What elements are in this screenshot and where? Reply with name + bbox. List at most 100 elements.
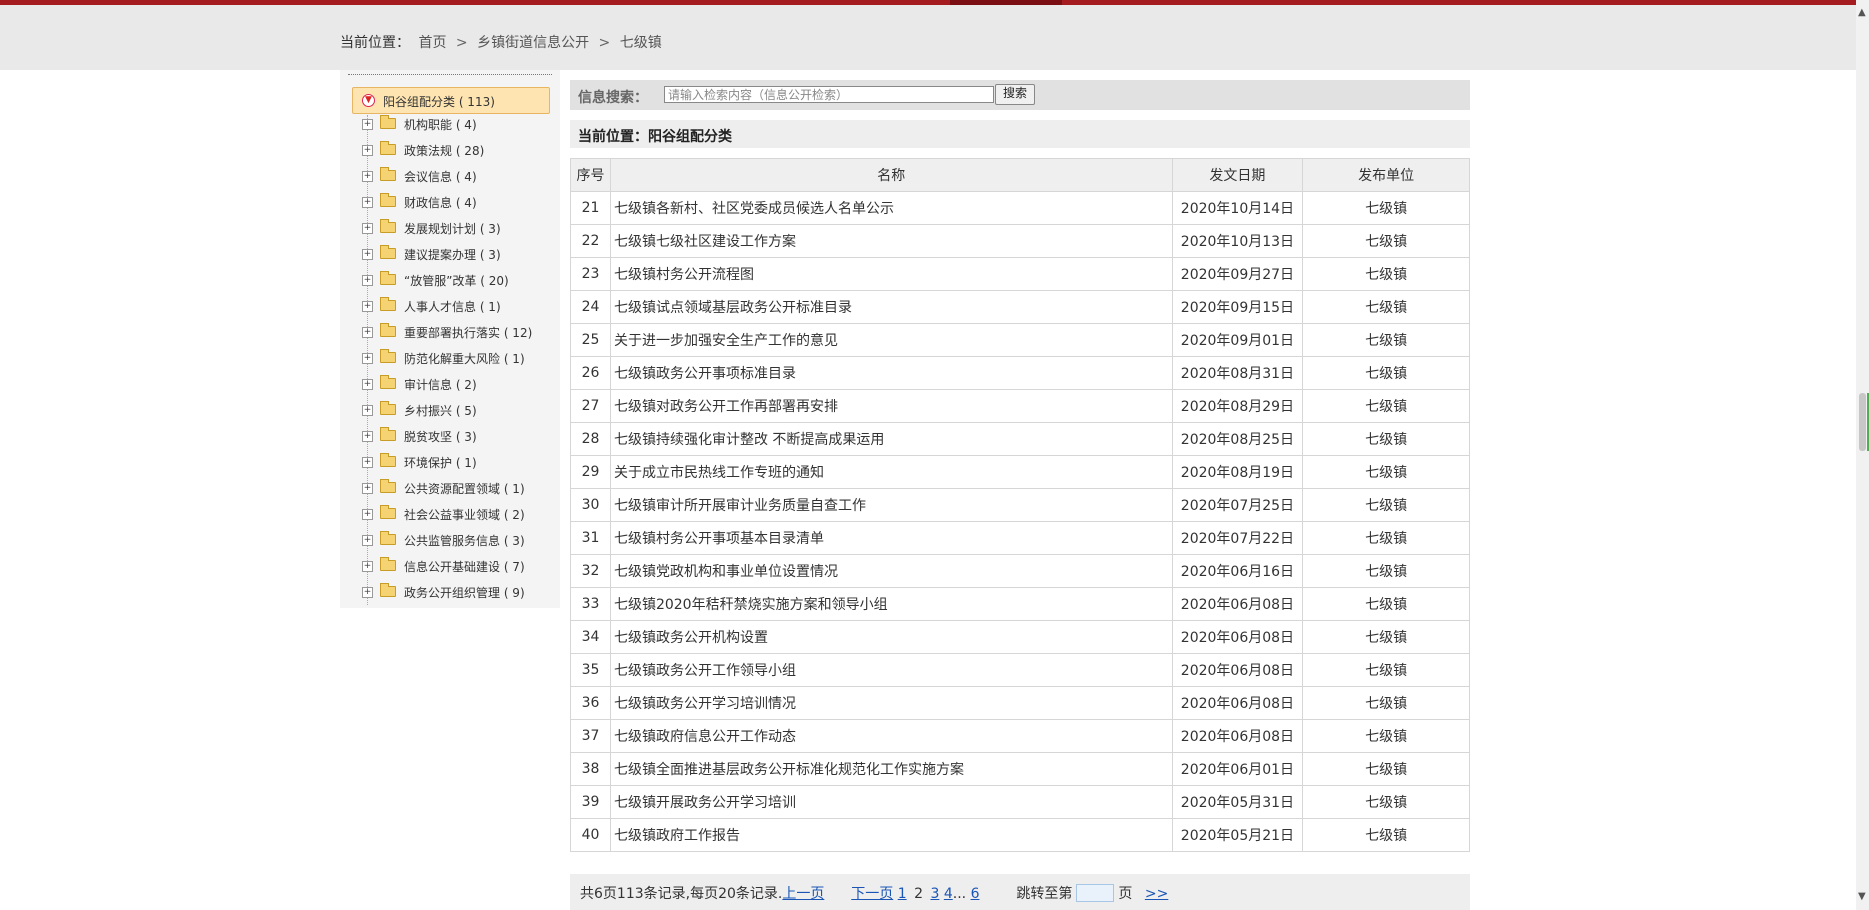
- expand-icon[interactable]: +: [362, 431, 373, 442]
- scrollbar-thumb[interactable]: [1859, 393, 1866, 451]
- expand-icon[interactable]: +: [362, 509, 373, 520]
- page-link-1[interactable]: 1: [898, 886, 907, 902]
- scroll-down-icon[interactable]: ▼: [1858, 892, 1866, 902]
- row-org: 七级镇: [1302, 323, 1470, 357]
- row-title-link[interactable]: 七级镇政府工作报告: [609, 818, 1173, 852]
- expand-icon[interactable]: +: [362, 249, 373, 260]
- breadcrumb-current[interactable]: 七级镇: [620, 35, 662, 51]
- row-number: 21: [570, 191, 611, 225]
- row-date: 2020年05月31日: [1171, 785, 1304, 819]
- folder-icon: [380, 375, 396, 389]
- row-title-link[interactable]: 七级镇试点领域基层政务公开标准目录: [609, 290, 1173, 324]
- row-number: 25: [570, 323, 611, 357]
- row-title-link[interactable]: 七级镇政务公开事项标准目录: [609, 356, 1173, 390]
- page-scrollbar[interactable]: ▲ ▼: [1856, 0, 1869, 910]
- row-date: 2020年06月08日: [1171, 686, 1304, 720]
- row-title-link[interactable]: 关于成立市民热线工作专班的通知: [609, 455, 1173, 489]
- expand-icon[interactable]: +: [362, 301, 373, 312]
- expand-icon[interactable]: +: [362, 483, 373, 494]
- row-title-link[interactable]: 七级镇政务公开工作领导小组: [609, 653, 1173, 687]
- row-date: 2020年06月08日: [1171, 587, 1304, 621]
- row-date: 2020年06月08日: [1171, 653, 1304, 687]
- tree-item-label: 发展规划计划 ( 3): [404, 222, 501, 236]
- row-title-link[interactable]: 七级镇村务公开流程图: [609, 257, 1173, 291]
- tree-item-label: 环境保护 ( 1): [404, 456, 477, 470]
- expand-icon[interactable]: +: [362, 327, 373, 338]
- row-title-link[interactable]: 七级镇政务公开学习培训情况: [609, 686, 1173, 720]
- table-row: 36 七级镇政务公开学习培训情况 2020年06月08日 七级镇: [570, 686, 1470, 720]
- expand-icon[interactable]: +: [362, 587, 373, 598]
- row-org: 七级镇: [1302, 224, 1470, 258]
- breadcrumb-separator: >: [598, 35, 611, 51]
- row-org: 七级镇: [1302, 554, 1470, 588]
- page-link-6[interactable]: 6: [971, 886, 980, 902]
- row-number: 33: [570, 587, 611, 621]
- jump-go-link[interactable]: >>: [1145, 886, 1168, 902]
- row-title-link[interactable]: 七级镇各新村、社区党委成员候选人名单公示: [609, 191, 1173, 225]
- folder-icon: [380, 219, 396, 233]
- row-title-link[interactable]: 七级镇村务公开事项基本目录清单: [609, 521, 1173, 555]
- row-title-link[interactable]: 七级镇对政务公开工作再部署再安排: [609, 389, 1173, 423]
- row-title-link[interactable]: 七级镇审计所开展审计业务质量自查工作: [609, 488, 1173, 522]
- page-link-4[interactable]: 4: [944, 886, 953, 902]
- expand-icon[interactable]: +: [362, 405, 373, 416]
- expand-icon[interactable]: +: [362, 145, 373, 156]
- expand-icon[interactable]: +: [362, 275, 373, 286]
- row-title-link[interactable]: 七级镇开展政务公开学习培训: [609, 785, 1173, 819]
- table-row: 40 七级镇政府工作报告 2020年05月21日 七级镇: [570, 818, 1470, 852]
- search-button[interactable]: 搜索: [995, 84, 1035, 105]
- row-date: 2020年09月27日: [1171, 257, 1304, 291]
- row-org: 七级镇: [1302, 356, 1470, 390]
- row-number: 36: [570, 686, 611, 720]
- folder-icon: [380, 115, 396, 129]
- collapse-icon[interactable]: ▼: [362, 94, 375, 107]
- row-title-link[interactable]: 七级镇政府信息公开工作动态: [609, 719, 1173, 753]
- row-date: 2020年10月14日: [1171, 191, 1304, 225]
- tree-item-label: 信息公开基础建设 ( 7): [404, 560, 525, 574]
- tree-item-label: 重要部署执行落实 ( 12): [404, 326, 533, 340]
- expand-icon[interactable]: +: [362, 197, 373, 208]
- folder-icon: [380, 141, 396, 155]
- location-bar: 当前位置：阳谷组配分类: [570, 120, 1470, 148]
- expand-icon[interactable]: +: [362, 171, 373, 182]
- expand-icon[interactable]: +: [362, 223, 373, 234]
- row-date: 2020年08月29日: [1171, 389, 1304, 423]
- jump-page-input[interactable]: [1076, 884, 1115, 902]
- table-row: 27 七级镇对政务公开工作再部署再安排 2020年08月29日 七级镇: [570, 389, 1470, 423]
- row-title-link[interactable]: 七级镇全面推进基层政务公开标准化规范化工作实施方案: [609, 752, 1173, 786]
- row-date: 2020年07月25日: [1171, 488, 1304, 522]
- expand-icon[interactable]: +: [362, 379, 373, 390]
- row-org: 七级镇: [1302, 488, 1470, 522]
- expand-icon[interactable]: +: [362, 457, 373, 468]
- expand-icon[interactable]: +: [362, 119, 373, 130]
- folder-icon: [380, 349, 396, 363]
- table-row: 33 七级镇2020年秸秆禁烧实施方案和领导小组 2020年06月08日 七级镇: [570, 587, 1470, 621]
- breadcrumb-separator: >: [455, 35, 468, 51]
- row-title-link[interactable]: 七级镇持续强化审计整改 不断提高成果运用: [609, 422, 1173, 456]
- prev-page-link[interactable]: 上一页: [782, 886, 824, 902]
- page-link-3[interactable]: 3: [930, 886, 939, 902]
- row-title-link[interactable]: 七级镇2020年秸秆禁烧实施方案和领导小组: [609, 587, 1173, 621]
- scroll-up-icon[interactable]: ▲: [1858, 8, 1866, 18]
- row-title-link[interactable]: 七级镇七级社区建设工作方案: [609, 224, 1173, 258]
- expand-icon[interactable]: +: [362, 353, 373, 364]
- folder-icon: [380, 323, 396, 337]
- folder-icon: [380, 193, 396, 207]
- row-title-link[interactable]: 七级镇党政机构和事业单位设置情况: [609, 554, 1173, 588]
- tree-root-item[interactable]: ▼ 阳谷组配分类 ( 113): [352, 87, 550, 114]
- tree-item-label: 审计信息 ( 2): [404, 378, 477, 392]
- expand-icon[interactable]: +: [362, 561, 373, 572]
- breadcrumb-home[interactable]: 首页: [418, 35, 446, 51]
- row-title-link[interactable]: 七级镇政务公开机构设置: [609, 620, 1173, 654]
- row-org: 七级镇: [1302, 686, 1470, 720]
- folder-icon: [380, 531, 396, 545]
- row-number: 32: [570, 554, 611, 588]
- tree-item-label: 社会公益事业领域 ( 2): [404, 508, 525, 522]
- breadcrumb-town-info[interactable]: 乡镇街道信息公开: [477, 35, 589, 51]
- expand-icon[interactable]: +: [362, 535, 373, 546]
- next-page-link[interactable]: 下一页: [851, 886, 893, 902]
- row-date: 2020年08月19日: [1171, 455, 1304, 489]
- row-org: 七级镇: [1302, 719, 1470, 753]
- search-input[interactable]: [664, 86, 994, 103]
- row-title-link[interactable]: 关于进一步加强安全生产工作的意见: [609, 323, 1173, 357]
